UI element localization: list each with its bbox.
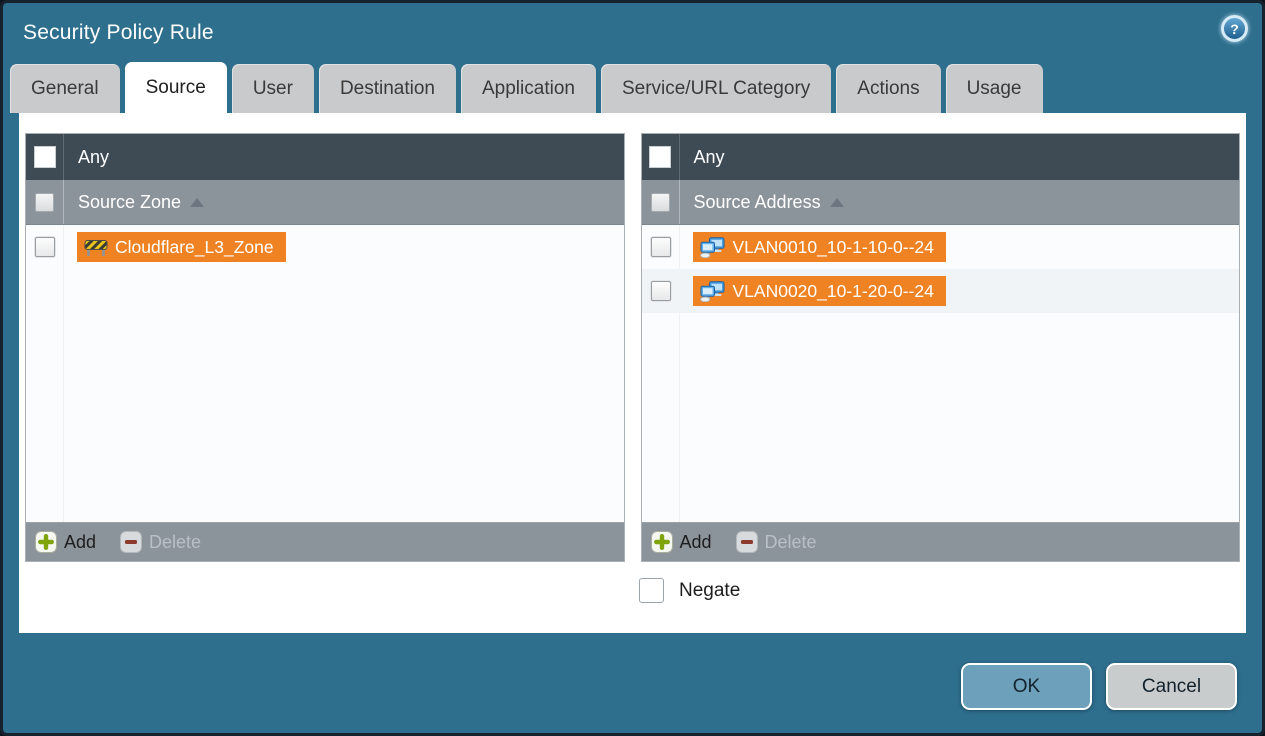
source-zone-select-all-cell	[26, 180, 64, 224]
source-zone-any-label: Any	[78, 146, 110, 167]
address-icon	[699, 280, 726, 302]
source-address-any-checkbox[interactable]	[649, 146, 671, 168]
sort-asc-icon	[190, 197, 205, 207]
help-icon[interactable]: ?	[1221, 15, 1248, 42]
panels: Any Source Zone Cloudflare_L3_Zone Add D…	[25, 133, 1240, 562]
negate-checkbox[interactable]	[639, 578, 664, 603]
address-object-chip[interactable]: VLAN0010_10-1-10-0--24	[692, 232, 946, 262]
source-zone-column-header[interactable]: Source Zone	[26, 180, 624, 225]
cancel-button[interactable]: Cancel	[1106, 663, 1237, 710]
table-row[interactable]: VLAN0020_10-1-20-0--24	[641, 269, 1239, 313]
source-zone-any-checkbox[interactable]	[33, 146, 56, 168]
row-checkbox[interactable]	[650, 281, 671, 301]
negate-label: Negate	[679, 579, 741, 601]
add-icon	[35, 531, 57, 553]
source-address-column-header[interactable]: Source Address	[641, 180, 1239, 225]
ok-button[interactable]: OK	[961, 663, 1092, 710]
tab-usage[interactable]: Usage	[945, 64, 1043, 113]
source-address-any-label: Any	[693, 146, 725, 167]
source-address-add-button[interactable]: Add	[650, 531, 712, 553]
zone-name: Cloudflare_L3_Zone	[115, 236, 274, 257]
source-address-footer: Add Delete	[641, 522, 1239, 561]
tab-content-source: Any Source Zone Cloudflare_L3_Zone Add D…	[19, 113, 1246, 633]
table-row[interactable]: VLAN0010_10-1-10-0--24	[642, 225, 1240, 269]
row-checkbox-cell	[26, 237, 64, 257]
source-zone-footer: Add Delete	[26, 522, 624, 561]
add-label: Add	[679, 531, 712, 552]
source-address-list: VLAN0010_10-1-10-0--24 VLAN0020_10-1-20-…	[641, 225, 1240, 522]
source-zone-add-button[interactable]: Add	[35, 531, 96, 553]
source-zone-delete-button[interactable]: Delete	[120, 531, 201, 553]
row-checkbox-cell	[642, 281, 680, 301]
tab-service-url-category[interactable]: Service/URL Category	[600, 64, 832, 113]
delete-icon	[735, 531, 758, 553]
delete-icon	[120, 531, 143, 553]
source-zone-column-title: Source Zone	[78, 191, 182, 212]
tab-bar: General Source User Destination Applicat…	[3, 62, 1262, 113]
address-name: VLAN0020_10-1-20-0--24	[732, 280, 934, 301]
zone-icon	[84, 238, 108, 257]
tab-user[interactable]: User	[231, 64, 314, 113]
tab-application[interactable]: Application	[461, 64, 596, 113]
tab-source[interactable]: Source	[124, 62, 227, 113]
dialog-footer: OK Cancel	[3, 633, 1262, 733]
row-checkbox[interactable]	[35, 237, 55, 257]
source-address-panel: Any Source Address VLAN0010_10-1-10-0--2…	[640, 133, 1240, 562]
tab-general[interactable]: General	[10, 64, 120, 113]
delete-label: Delete	[764, 531, 817, 552]
source-address-column-title: Source Address	[693, 191, 821, 212]
add-icon	[650, 531, 673, 553]
source-zone-any-header: Any	[26, 134, 624, 180]
tab-actions[interactable]: Actions	[836, 64, 941, 113]
source-address-select-all-checkbox[interactable]	[650, 192, 670, 212]
title-bar: Security Policy Rule ?	[3, 3, 1262, 63]
tab-destination[interactable]: Destination	[318, 64, 456, 113]
source-address-any-header: Any	[641, 134, 1239, 180]
address-icon	[699, 236, 726, 258]
source-address-delete-button[interactable]: Delete	[735, 531, 817, 553]
add-label: Add	[64, 531, 97, 552]
source-zone-list: Cloudflare_L3_Zone	[26, 225, 624, 522]
address-name: VLAN0010_10-1-10-0--24	[732, 236, 934, 257]
row-checkbox-cell	[642, 237, 680, 257]
sort-asc-icon	[829, 197, 844, 207]
table-row[interactable]: Cloudflare_L3_Zone	[26, 225, 624, 269]
source-zone-any-cell	[26, 134, 64, 180]
row-checkbox[interactable]	[650, 237, 671, 257]
source-address-any-cell	[642, 134, 680, 180]
negate-row: Negate	[639, 578, 1240, 603]
zone-object-chip[interactable]: Cloudflare_L3_Zone	[77, 232, 286, 262]
security-policy-rule-dialog: Security Policy Rule ? General Source Us…	[0, 0, 1265, 736]
delete-label: Delete	[149, 531, 202, 552]
address-object-chip[interactable]: VLAN0020_10-1-20-0--24	[692, 276, 946, 306]
help-glyph: ?	[1230, 20, 1239, 37]
dialog-title: Security Policy Rule	[23, 21, 214, 44]
source-address-select-all-cell	[642, 180, 680, 224]
source-zone-panel: Any Source Zone Cloudflare_L3_Zone Add D…	[25, 133, 625, 562]
source-zone-select-all-checkbox[interactable]	[35, 192, 54, 212]
